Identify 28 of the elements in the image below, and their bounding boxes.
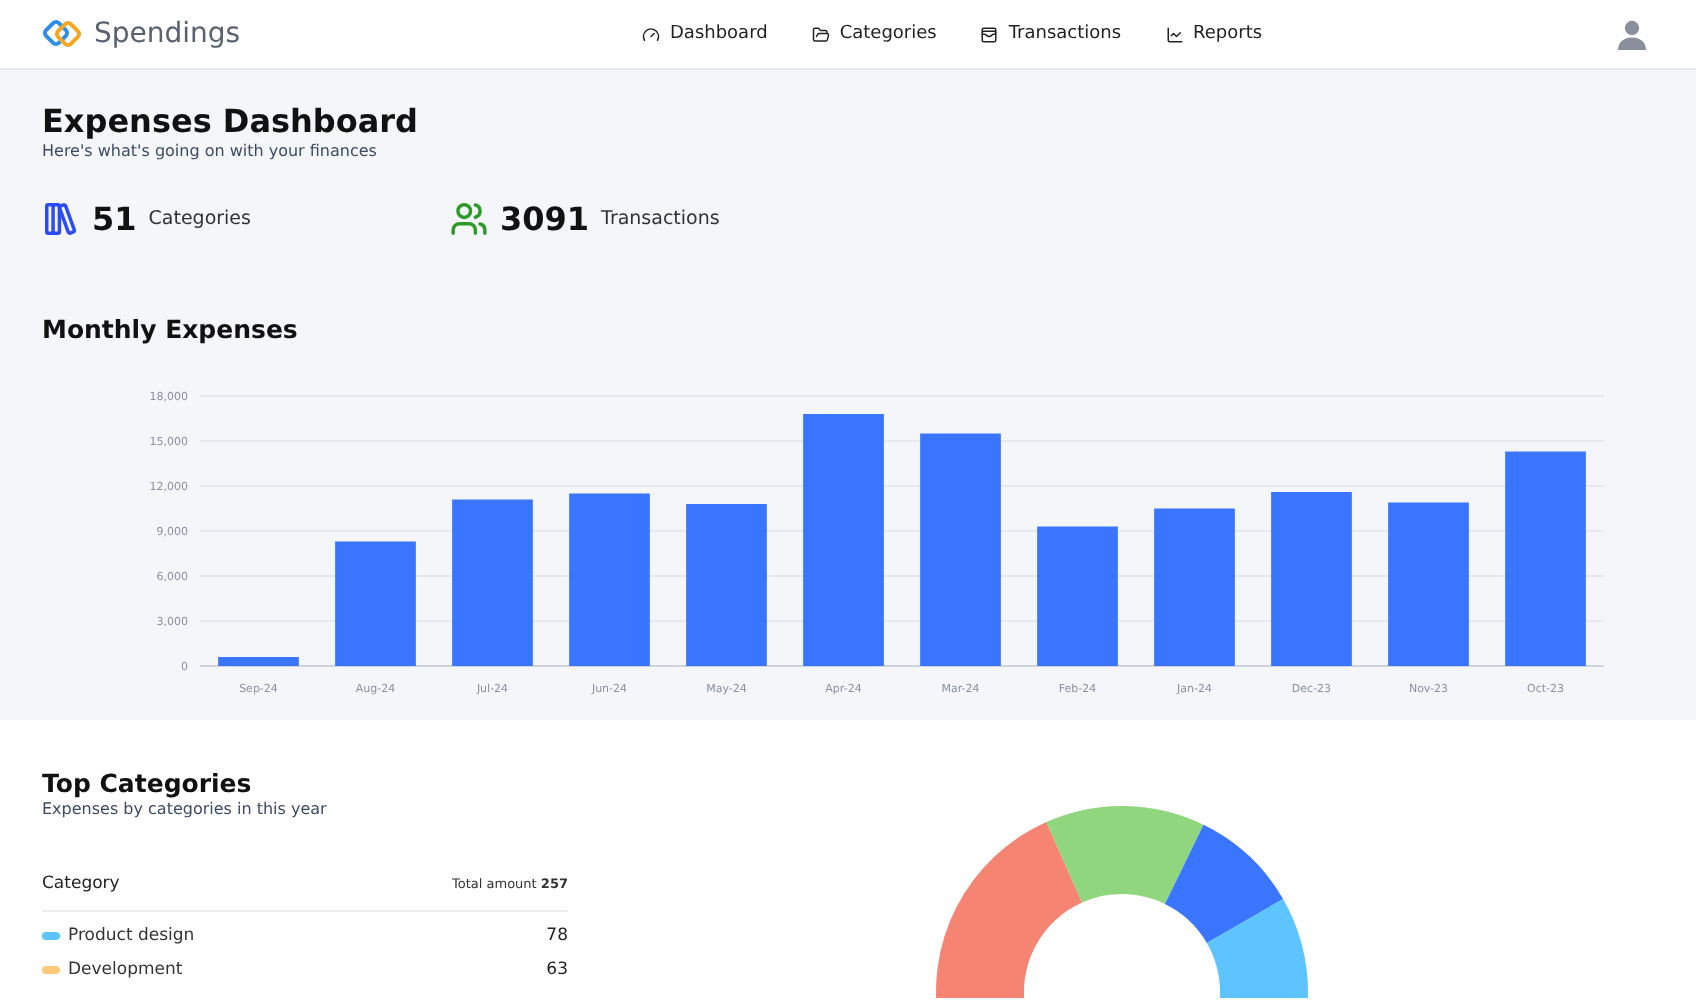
stat-label: Transactions: [601, 208, 720, 230]
bar: [218, 657, 299, 666]
brand-name: Spendings: [94, 18, 241, 50]
column-header: Category: [42, 874, 120, 894]
nav-link[interactable]: Dashboard: [642, 24, 768, 44]
bar: [1037, 526, 1118, 666]
logo-icon: [42, 18, 82, 50]
page-subtitle: Here's what's going on with your finances: [42, 142, 379, 160]
section-subtitle: Expenses by categories in this year: [42, 800, 329, 818]
bar: [335, 541, 416, 666]
section-title: Top Categories: [42, 768, 254, 798]
category-amount: 78: [546, 926, 568, 946]
stat-value: 51: [92, 200, 137, 238]
gauge-icon: [642, 25, 660, 43]
stat-label: Categories: [148, 208, 251, 230]
page-title: Expenses Dashboard: [42, 102, 420, 140]
line-chart-icon: [1165, 25, 1184, 43]
category-amount: 63: [546, 960, 568, 980]
nav-link[interactable]: Reports: [1165, 24, 1263, 44]
category-name: Product design: [68, 926, 197, 946]
wallet-icon: [980, 25, 999, 43]
nav-link[interactable]: Categories: [811, 24, 937, 44]
category-name: Development: [68, 960, 185, 980]
stat-value: 3091: [500, 200, 590, 238]
section-title: Monthly Expenses: [42, 314, 300, 344]
avatar-icon[interactable]: [1616, 18, 1648, 50]
folder-icon: [811, 25, 830, 43]
nav-link[interactable]: Transactions: [980, 24, 1122, 44]
